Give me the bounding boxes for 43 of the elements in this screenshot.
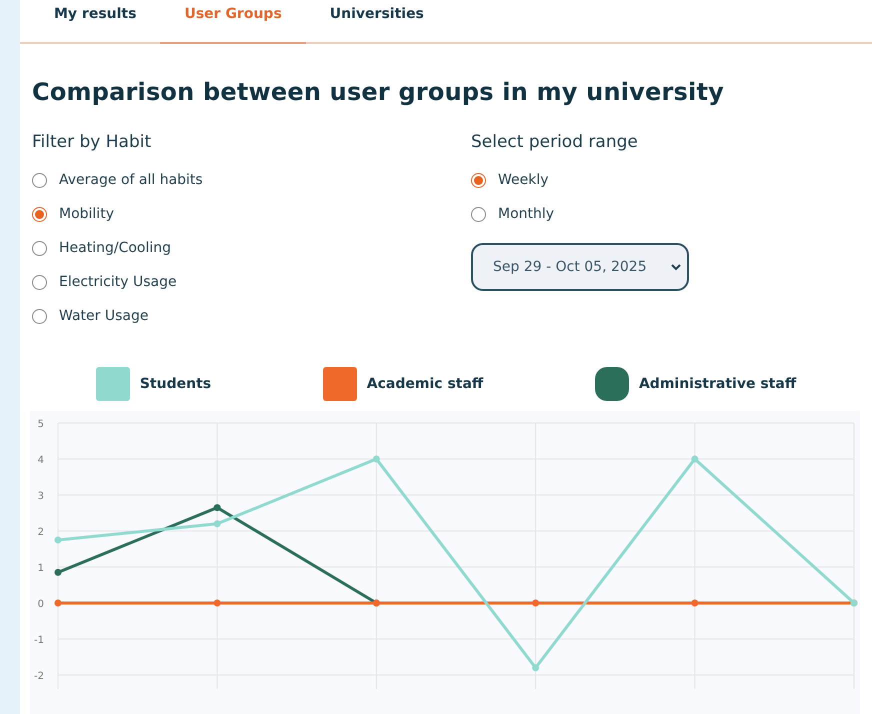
point <box>54 568 62 576</box>
point <box>214 504 221 512</box>
point <box>54 536 62 544</box>
point <box>691 456 698 462</box>
y-tick-label: -1 <box>34 635 44 646</box>
filter-heading: Filter by Habit <box>32 132 152 152</box>
legend-label: Students <box>140 376 212 392</box>
radio-button[interactable] <box>32 274 47 290</box>
radio-label[interactable]: Mobility <box>59 206 114 222</box>
legend-label: Administrative staff <box>638 376 796 392</box>
radio-label[interactable]: Monthly <box>498 206 554 222</box>
y-tick-label: 0 <box>38 599 44 610</box>
point <box>214 599 221 606</box>
point <box>372 456 380 462</box>
radio-button[interactable] <box>32 172 47 188</box>
radio-button[interactable] <box>32 206 47 222</box>
y-tick-label: 4 <box>38 455 44 466</box>
y-tick-label: 5 <box>38 419 44 430</box>
y-tick-label: 3 <box>38 491 44 502</box>
tab[interactable]: My results <box>30 0 160 44</box>
radio-label[interactable]: Water Usage <box>59 308 148 324</box>
radio-button[interactable] <box>471 206 486 222</box>
radio-label[interactable]: Heating/Cooling <box>59 240 172 256</box>
y-tick-label: -2 <box>34 671 44 682</box>
point <box>54 599 62 606</box>
date-range-select[interactable]: Sep 29 - Oct 05, 2025 <box>471 243 689 291</box>
chevron-icon <box>671 264 681 270</box>
radio-label[interactable]: Electricity Usage <box>59 274 177 290</box>
radio-button[interactable] <box>471 172 486 188</box>
point <box>532 664 540 672</box>
point <box>214 520 221 528</box>
radio-button[interactable] <box>32 308 47 324</box>
radio-button[interactable] <box>32 240 47 256</box>
y-tick-label: 2 <box>38 527 44 538</box>
page-title: Comparison between user groups in my university <box>32 78 725 106</box>
point <box>691 599 698 606</box>
period-heading: Select period range <box>471 132 639 152</box>
radio-label[interactable]: Weekly <box>498 172 549 188</box>
tab[interactable]: Universities <box>306 0 448 44</box>
point <box>532 599 540 606</box>
y-tick-label: 1 <box>38 563 44 574</box>
radio-label[interactable]: Average of all habits <box>59 172 203 188</box>
legend-label: Academic staff <box>366 376 484 392</box>
